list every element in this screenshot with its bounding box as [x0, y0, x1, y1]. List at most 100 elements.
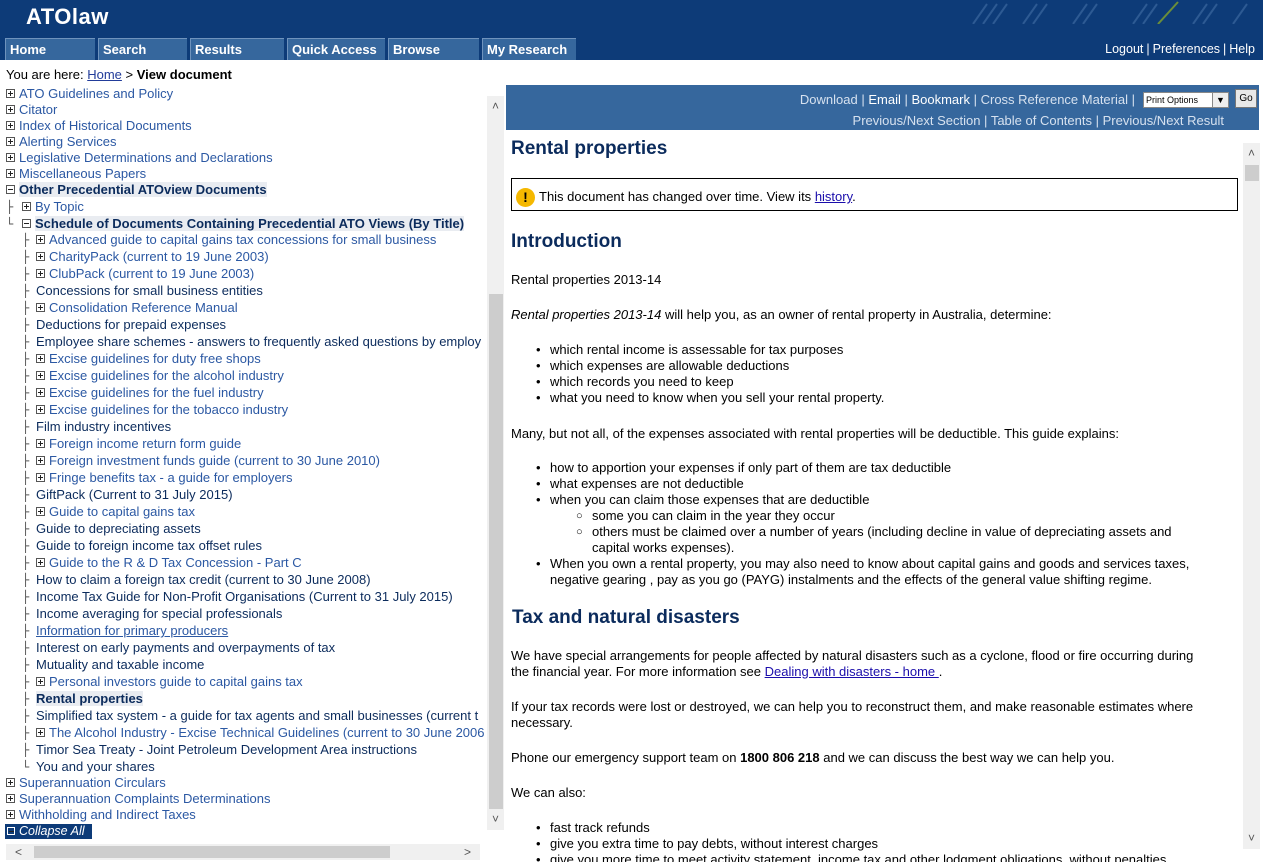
tree-child-item[interactable]: ├ The Alcohol Industry - Excise Technical…: [0, 724, 485, 741]
tree-child-item[interactable]: ├ ClubPack (current to 19 June 2003): [0, 265, 254, 282]
tree-item-label[interactable]: Schedule of Documents Containing Precede…: [35, 216, 465, 231]
tree-item-label[interactable]: Foreign investment funds guide (current …: [49, 453, 380, 468]
tree-child-item[interactable]: ├ Information for primary producers: [0, 622, 228, 639]
tree-item[interactable]: Miscellaneous Papers: [0, 165, 146, 182]
go-button[interactable]: Go: [1235, 89, 1257, 108]
tree-child-item[interactable]: ├ Timor Sea Treaty - Joint Petroleum Deve…: [0, 741, 417, 758]
tree-item-label[interactable]: Other Precedential ATOview Documents: [19, 182, 267, 197]
tree-item-label[interactable]: Information for primary producers: [36, 623, 228, 638]
tree-item-label[interactable]: Mutuality and taxable income: [36, 657, 204, 672]
tab-my-research[interactable]: My Research: [482, 38, 576, 60]
prev-next-section-link[interactable]: Previous/Next Section: [853, 113, 981, 128]
tree-item-label[interactable]: Citator: [19, 102, 57, 117]
tree-child-item[interactable]: ├ Advanced guide to capital gains tax con…: [0, 231, 436, 248]
tree-child-item[interactable]: ├ Film industry incentives: [0, 418, 171, 435]
scroll-right-arrow-icon[interactable]: >: [459, 844, 476, 861]
tree-child-item[interactable]: └ You and your shares: [0, 758, 155, 775]
expand-icon[interactable]: [6, 89, 15, 99]
tree-item-label[interactable]: Film industry incentives: [36, 419, 171, 434]
tab-home[interactable]: Home: [5, 38, 95, 60]
tab-results[interactable]: Results: [190, 38, 284, 60]
tree-item-label[interactable]: Superannuation Complaints Determinations: [19, 791, 270, 806]
tree-item-label[interactable]: Deductions for prepaid expenses: [36, 317, 226, 332]
tree-child-item[interactable]: ├ Guide to foreign income tax offset rule…: [0, 537, 262, 554]
tree-item[interactable]: Index of Historical Documents: [0, 117, 192, 134]
tree-child-item[interactable]: ├ Income Tax Guide for Non-Profit Organis…: [0, 588, 453, 605]
tree-item-label[interactable]: Interest on early payments and overpayme…: [36, 640, 335, 655]
tree-item-label[interactable]: Guide to foreign income tax offset rules: [36, 538, 262, 553]
tree-child-item[interactable]: ├ Foreign investment funds guide (current…: [0, 452, 380, 469]
tree-item[interactable]: Superannuation Complaints Determinations: [0, 790, 270, 807]
tree-item-label[interactable]: Guide to the R & D Tax Concession - Part…: [49, 555, 302, 570]
tree-item-label[interactable]: How to claim a foreign tax credit (curre…: [36, 572, 371, 587]
tree-child-item[interactable]: ├ Fringe benefits tax - a guide for emplo…: [0, 469, 293, 486]
expand-icon[interactable]: [36, 677, 45, 687]
tree-child-item[interactable]: ├ Consolidation Reference Manual: [0, 299, 238, 316]
tree-item-label[interactable]: Miscellaneous Papers: [19, 166, 146, 181]
tab-quick-access[interactable]: Quick Access: [287, 38, 385, 60]
tree-item-expanded[interactable]: └ Schedule of Documents Containing Preced…: [0, 215, 465, 232]
print-options-select[interactable]: Print Options ▼: [1143, 92, 1229, 108]
download-link[interactable]: Download: [800, 92, 858, 107]
tree-child-item[interactable]: ├ GiftPack (Current to 31 July 2015): [0, 486, 233, 503]
tree-scroll-thumb[interactable]: [489, 294, 503, 809]
tree-item-label[interactable]: ATO Guidelines and Policy: [19, 86, 173, 101]
logout-link[interactable]: Logout: [1105, 42, 1143, 56]
expand-icon[interactable]: [6, 810, 15, 820]
expand-icon[interactable]: [36, 269, 45, 279]
tree-child-item[interactable]: ├ Excise guidelines for the fuel industry: [0, 384, 264, 401]
cross-reference-link[interactable]: Cross Reference Material: [981, 92, 1128, 107]
expand-icon[interactable]: [36, 405, 45, 415]
tree-item-label[interactable]: Index of Historical Documents: [19, 118, 192, 133]
preferences-link[interactable]: Preferences: [1153, 42, 1220, 56]
tree-item-label[interactable]: Timor Sea Treaty - Joint Petroleum Devel…: [36, 742, 417, 757]
tab-search[interactable]: Search: [98, 38, 187, 60]
tree-child-item[interactable]: ├ Concessions for small business entities: [0, 282, 263, 299]
tree-item[interactable]: ├ By Topic: [0, 198, 84, 215]
tab-browse[interactable]: Browse: [388, 38, 479, 60]
help-link[interactable]: Help: [1229, 42, 1255, 56]
scroll-left-arrow-icon[interactable]: <: [10, 844, 27, 861]
expand-icon[interactable]: [6, 169, 15, 179]
tree-child-item[interactable]: ├ Guide to depreciating assets: [0, 520, 201, 537]
tree-child-item[interactable]: ├ Guide to the R & D Tax Concession - Par…: [0, 554, 302, 571]
bookmark-link[interactable]: Bookmark: [911, 92, 970, 107]
expand-icon[interactable]: [36, 507, 45, 517]
tree-item-label[interactable]: Legislative Determinations and Declarati…: [19, 150, 273, 165]
tree-item-label[interactable]: Personal investors guide to capital gain…: [49, 674, 303, 689]
history-link[interactable]: history: [815, 189, 852, 204]
tree-child-item[interactable]: ├ Excise guidelines for duty free shops: [0, 350, 261, 367]
tree-item-label[interactable]: You and your shares: [36, 759, 155, 774]
tree-item[interactable]: Superannuation Circulars: [0, 774, 166, 791]
tree-item-label[interactable]: By Topic: [35, 199, 84, 214]
expand-icon[interactable]: [36, 728, 45, 738]
tree-child-item[interactable]: ├ Guide to capital gains tax: [0, 503, 195, 520]
expand-icon[interactable]: [36, 354, 45, 364]
tree-horizontal-scrollbar[interactable]: < >: [6, 844, 480, 860]
tree-child-item[interactable]: ├ Foreign income return form guide: [0, 435, 241, 452]
collapse-icon[interactable]: [6, 185, 15, 195]
scroll-up-arrow-icon[interactable]: ˄: [487, 98, 504, 115]
expand-icon[interactable]: [36, 235, 45, 245]
tree-child-item[interactable]: ├ Rental properties: [0, 690, 143, 707]
tree-child-item[interactable]: ├ Excise guidelines for the alcohol indus…: [0, 367, 284, 384]
tree-child-item[interactable]: ├ Interest on early payments and overpaym…: [0, 639, 335, 656]
tree-child-item[interactable]: ├ Personal investors guide to capital gai…: [0, 673, 303, 690]
expand-icon[interactable]: [6, 794, 15, 804]
collapse-all-button[interactable]: Collapse All: [5, 824, 92, 839]
tree-item-label[interactable]: Advanced guide to capital gains tax conc…: [49, 232, 436, 247]
tree-item-label[interactable]: Superannuation Circulars: [19, 775, 166, 790]
tree-item-label[interactable]: Employee share schemes - answers to freq…: [36, 334, 481, 349]
tree-child-item[interactable]: ├ Mutuality and taxable income: [0, 656, 204, 673]
document-scroll-thumb[interactable]: [1245, 165, 1259, 181]
expand-icon[interactable]: [6, 121, 15, 131]
tree-item-label[interactable]: Consolidation Reference Manual: [49, 300, 238, 315]
expand-icon[interactable]: [6, 153, 15, 163]
tree-child-item[interactable]: ├ Simplified tax system - a guide for tax…: [0, 707, 478, 724]
tree-item-label[interactable]: CharityPack (current to 19 June 2003): [49, 249, 269, 264]
breadcrumb-home-link[interactable]: Home: [87, 67, 122, 82]
tree-item-label[interactable]: ClubPack (current to 19 June 2003): [49, 266, 254, 281]
tree-child-item[interactable]: ├ CharityPack (current to 19 June 2003): [0, 248, 269, 265]
tree-child-item[interactable]: ├ Employee share schemes - answers to fre…: [0, 333, 481, 350]
tree-item-label[interactable]: Alerting Services: [19, 134, 117, 149]
